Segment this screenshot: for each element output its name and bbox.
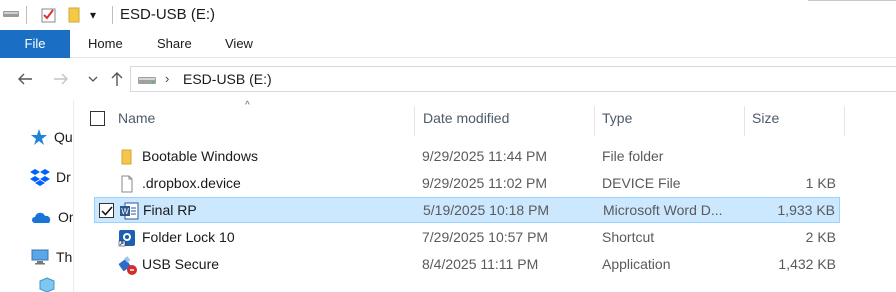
file-size: 1,432 KB xyxy=(778,256,836,272)
address-bar[interactable]: › ESD-USB (E:) xyxy=(130,66,896,92)
cube-3d-objects-icon xyxy=(39,277,55,292)
generic-file-icon xyxy=(118,175,136,193)
back-arrow-icon xyxy=(18,73,32,85)
file-size: 2 KB xyxy=(805,229,836,245)
drive-icon xyxy=(2,6,20,23)
checkmark-icon xyxy=(100,206,113,216)
drive-icon xyxy=(137,73,157,89)
tab-file[interactable]: File xyxy=(0,30,70,58)
file-size: 1 KB xyxy=(805,175,836,191)
row-checkbox[interactable] xyxy=(99,203,114,218)
quick-access-dropdown-icon[interactable]: ▾ xyxy=(90,8,96,22)
navpane-item-label: Dr xyxy=(56,169,71,185)
properties-icon[interactable] xyxy=(40,6,58,27)
file-name: .dropbox.device xyxy=(142,175,241,191)
file-type: Microsoft Word D... xyxy=(603,202,723,218)
breadcrumb-chevron-icon[interactable]: › xyxy=(165,71,169,86)
file-date: 8/4/2025 11:11 PM xyxy=(422,256,539,272)
file-type: File folder xyxy=(602,148,664,164)
file-date: 9/29/2025 11:02 PM xyxy=(422,175,548,191)
navpane-item-label: Qu xyxy=(54,129,73,145)
word-document-icon: W xyxy=(119,202,139,220)
navpane-item-onedrive[interactable]: On xyxy=(30,206,77,228)
tab-home[interactable]: Home xyxy=(88,30,123,58)
file-name: Final RP xyxy=(143,202,197,218)
file-size: 1,933 KB xyxy=(777,202,835,218)
navpane-item-dropbox[interactable]: Dr xyxy=(30,166,71,188)
recent-locations-button[interactable] xyxy=(82,68,104,90)
navpane-subitem[interactable] xyxy=(38,274,56,292)
chevron-down-icon xyxy=(88,76,98,82)
column-header-date[interactable]: Date modified xyxy=(415,106,509,136)
file-date: 7/29/2025 10:57 PM xyxy=(422,229,549,245)
forward-button[interactable] xyxy=(50,68,72,90)
file-row[interactable]: USB Secure 8/4/2025 11:11 PM Application… xyxy=(94,252,840,278)
file-row[interactable]: Folder Lock 10 7/29/2025 10:57 PM Shortc… xyxy=(94,225,840,251)
file-date: 5/19/2025 10:18 PM xyxy=(423,202,550,218)
file-type: DEVICE File xyxy=(602,175,681,191)
computer-icon xyxy=(31,249,49,265)
usb-secure-app-icon xyxy=(118,256,137,275)
minimize-edge xyxy=(808,0,896,1)
tab-view[interactable]: View xyxy=(225,30,253,58)
window-title: ESD-USB (E:) xyxy=(120,6,216,23)
file-name: Folder Lock 10 xyxy=(142,229,235,245)
file-row[interactable]: .dropbox.device 9/29/2025 11:02 PM DEVIC… xyxy=(94,171,840,197)
onedrive-cloud-icon xyxy=(32,212,51,223)
file-date: 9/29/2025 11:44 PM xyxy=(422,148,548,164)
file-list: ^ Name Date modified Type Size Bootable … xyxy=(74,100,896,292)
svg-text:W: W xyxy=(121,207,129,216)
title-separator xyxy=(26,6,27,24)
file-type: Shortcut xyxy=(602,229,655,245)
column-header-row: Name Date modified Type Size xyxy=(74,106,896,136)
column-header-type[interactable]: Type xyxy=(594,106,632,136)
forward-arrow-icon xyxy=(54,73,68,85)
column-header-name[interactable]: Name xyxy=(110,106,155,136)
folder-lock-shortcut-icon xyxy=(118,229,136,247)
navigation-bar: › ESD-USB (E:) xyxy=(0,58,896,100)
back-button[interactable] xyxy=(14,68,36,90)
navigation-pane: Qu Dr On Th xyxy=(0,100,77,292)
column-header-size[interactable]: Size xyxy=(744,106,779,136)
title-separator xyxy=(112,6,113,24)
new-folder-icon[interactable] xyxy=(66,6,82,27)
navpane-item-label: Th xyxy=(56,249,73,265)
up-arrow-icon xyxy=(111,72,123,86)
file-name: USB Secure xyxy=(142,256,220,272)
file-row[interactable]: Bootable Windows 9/29/2025 11:44 PM File… xyxy=(94,144,840,170)
column-divider[interactable] xyxy=(844,106,845,136)
file-type: Application xyxy=(602,256,671,272)
file-row-selected[interactable]: W Final RP 5/19/2025 10:18 PM Microsoft … xyxy=(94,197,840,223)
title-bar: ▾ ESD-USB (E:) xyxy=(0,0,896,30)
dropbox-icon xyxy=(30,169,50,186)
tab-share[interactable]: Share xyxy=(157,30,192,58)
star-icon xyxy=(31,129,47,145)
navpane-item-quick-access[interactable]: Qu xyxy=(30,126,73,148)
ribbon: File Home Share View xyxy=(0,30,896,58)
select-all-checkbox[interactable] xyxy=(90,111,105,126)
navpane-item-this-pc[interactable]: Th xyxy=(30,246,72,268)
folder-icon xyxy=(118,148,136,166)
breadcrumb-path[interactable]: ESD-USB (E:) xyxy=(183,71,272,87)
file-name: Bootable Windows xyxy=(142,148,258,164)
up-button[interactable] xyxy=(106,68,128,90)
